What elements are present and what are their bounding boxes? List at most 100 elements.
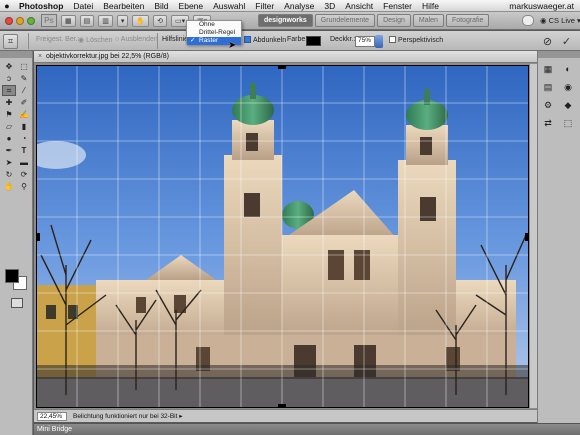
crop-handle-right[interactable] [525, 233, 529, 241]
tools-panel-header[interactable] [0, 51, 32, 58]
menu-ansicht[interactable]: Ansicht [340, 1, 378, 11]
swatches-panel-icon[interactable]: ◐ [560, 62, 576, 76]
crop-handle-top[interactable] [278, 65, 286, 69]
adjustments-panel-icon[interactable]: ▤ [540, 80, 556, 94]
dodge-icon[interactable]: ◔ [17, 133, 31, 144]
crop-handle-left[interactable] [36, 233, 40, 241]
panel-dock-header[interactable] [538, 51, 580, 58]
shield-color-swatch[interactable] [306, 36, 321, 46]
opacity-stepper[interactable] [375, 35, 383, 48]
quick-mask-icon[interactable] [11, 298, 23, 308]
opacity-field[interactable]: 75% [355, 36, 375, 47]
overlay-label: Hilfslinie [162, 36, 189, 43]
apple-icon[interactable]: ● [0, 1, 14, 11]
channels-panel-icon[interactable]: ◆ [560, 98, 576, 112]
lasso-tool-icon[interactable]: ↄ [2, 73, 16, 84]
pen-icon[interactable]: ✒ [2, 145, 16, 156]
blur-icon[interactable]: ● [2, 133, 16, 144]
type-tool-icon[interactable]: T [17, 145, 31, 156]
minibridge-icon: ▤ [83, 17, 91, 25]
menubar-site-label: markuswaeger.at [509, 0, 574, 11]
menu-bearbeiten[interactable]: Bearbeiten [98, 1, 149, 11]
color-panel-icon[interactable]: ▦ [540, 62, 556, 76]
menu-auswahl[interactable]: Auswahl [208, 1, 250, 11]
gradient-icon[interactable]: ▮ [17, 121, 31, 132]
window-controls [5, 16, 35, 25]
3d-orbit-icon[interactable]: ⟳ [17, 169, 31, 180]
stamp-icon[interactable]: ⚑ [2, 109, 16, 120]
menu-3d[interactable]: 3D [319, 1, 340, 11]
launch-bridge-button[interactable]: ▦ [61, 14, 76, 27]
healing-brush-icon[interactable]: ✚ [2, 97, 16, 108]
styles-panel-icon[interactable]: ◉ [560, 80, 576, 94]
crop-handle-bottom[interactable] [278, 404, 286, 408]
path-select-icon[interactable]: ➤ [2, 157, 16, 168]
arrange-icon: ▭▾ [174, 17, 186, 25]
hide-radio[interactable]: ○ Ausblenden [115, 36, 158, 43]
overlay-option-none[interactable]: Ohne [187, 21, 241, 29]
foreground-color-swatch[interactable] [5, 269, 19, 283]
crop-tool-icon[interactable]: ⌗ [2, 85, 16, 96]
status-info[interactable]: Belichtung funktioniert nur bei 32-Bit ▸ [73, 412, 183, 420]
launch-minibridge-button[interactable]: ▤ [79, 14, 95, 27]
menu-filter[interactable]: Filter [250, 1, 279, 11]
menu-photoshop[interactable]: Photoshop [14, 1, 68, 11]
workspace-designworks[interactable]: designworks [258, 14, 313, 27]
3d-rotate-icon[interactable]: ↻ [2, 169, 16, 180]
bridge-icon: ▦ [65, 17, 72, 25]
vertical-scrollbar[interactable] [530, 64, 537, 408]
status-bar: 22,45% Belichtung funktioniert nur bei 3… [34, 409, 537, 422]
tools-panel: ✥ ⬚ ↄ ✎ ⌗ ⁄ ✚ ✐ ⚑ ✍ ▱ ▮ ● ◔ ✒ T ➤ ▬ ↻ ⟳ … [0, 51, 33, 435]
zoom-window-button[interactable] [27, 16, 35, 25]
perspective-checkbox[interactable]: Perspektivisch [389, 36, 443, 44]
document-tab[interactable]: × objektivkorrektur.jpg bei 22,5% (RGB/8… [34, 51, 537, 63]
hand-quick-button[interactable]: ✋ [132, 14, 150, 27]
workspace-malen[interactable]: Malen [412, 14, 444, 27]
darken-checkbox[interactable]: Abdunkeln [244, 36, 286, 44]
menu-hilfe[interactable]: Hilfe [417, 1, 444, 11]
zoom-tool-icon[interactable]: ⚲ [17, 181, 31, 192]
mini-bridge-panel-tab[interactable]: Mini Bridge [34, 423, 580, 435]
minimize-window-button[interactable] [16, 16, 24, 25]
history-brush-icon[interactable]: ✍ [17, 109, 31, 120]
paths-panel-icon[interactable]: ⇄ [540, 116, 556, 130]
rotate-view-button[interactable]: ⟲ [153, 14, 167, 27]
layers-panel-icon[interactable]: ⚙ [540, 98, 556, 112]
workspace-fotografie[interactable]: Fotografie [445, 14, 490, 27]
quick-select-icon[interactable]: ✎ [17, 73, 31, 84]
zoom-field[interactable]: 22,45% [37, 411, 67, 421]
checkbox-unchecked-icon [389, 36, 396, 43]
close-window-button[interactable] [5, 16, 13, 25]
workspace-design[interactable]: Design [377, 14, 411, 27]
eyedropper-icon[interactable]: ⁄ [17, 85, 31, 96]
eraser-icon[interactable]: ▱ [2, 121, 16, 132]
menu-bild[interactable]: Bild [149, 1, 173, 11]
marquee-tool-icon[interactable]: ⬚ [17, 61, 31, 72]
cancel-crop-button[interactable]: ⊘ [540, 34, 555, 49]
divider [157, 33, 158, 49]
masks-panel-icon[interactable]: ⬚ [560, 116, 576, 130]
workspace-grundelemente[interactable]: Grundelemente [314, 14, 376, 27]
close-document-icon[interactable]: × [34, 53, 46, 60]
overlay-option-thirds[interactable]: Drittel-Regel [187, 29, 241, 37]
shape-icon[interactable]: ▬ [17, 157, 31, 168]
hand-tool-icon[interactable]: ✋ [2, 181, 16, 192]
move-tool-icon[interactable]: ✥ [2, 61, 16, 72]
search-input[interactable] [522, 15, 534, 26]
hide-label: Ausblenden [120, 36, 158, 43]
tool-preset-picker[interactable]: ⌗ [3, 34, 18, 49]
darken-label: Abdunkeln [253, 37, 287, 44]
menu-fenster[interactable]: Fenster [378, 1, 417, 11]
image-canvas[interactable] [36, 65, 529, 408]
photoshop-logo: Ps [41, 14, 57, 27]
zoom-level-menu[interactable]: ▾ [116, 14, 129, 27]
menu-datei[interactable]: Datei [68, 1, 98, 11]
delete-radio[interactable]: ◉ Löschen [78, 36, 113, 44]
menu-ebene[interactable]: Ebene [174, 1, 209, 11]
cs-live-button[interactable]: ◉ CS Live ▾ [540, 16, 580, 25]
extras-button[interactable]: ▥ [98, 14, 113, 27]
commit-crop-button[interactable]: ✓ [559, 34, 574, 49]
menu-analyse[interactable]: Analyse [279, 1, 319, 11]
brush-icon[interactable]: ✐ [17, 97, 31, 108]
crop-icon: ⌗ [7, 36, 14, 46]
